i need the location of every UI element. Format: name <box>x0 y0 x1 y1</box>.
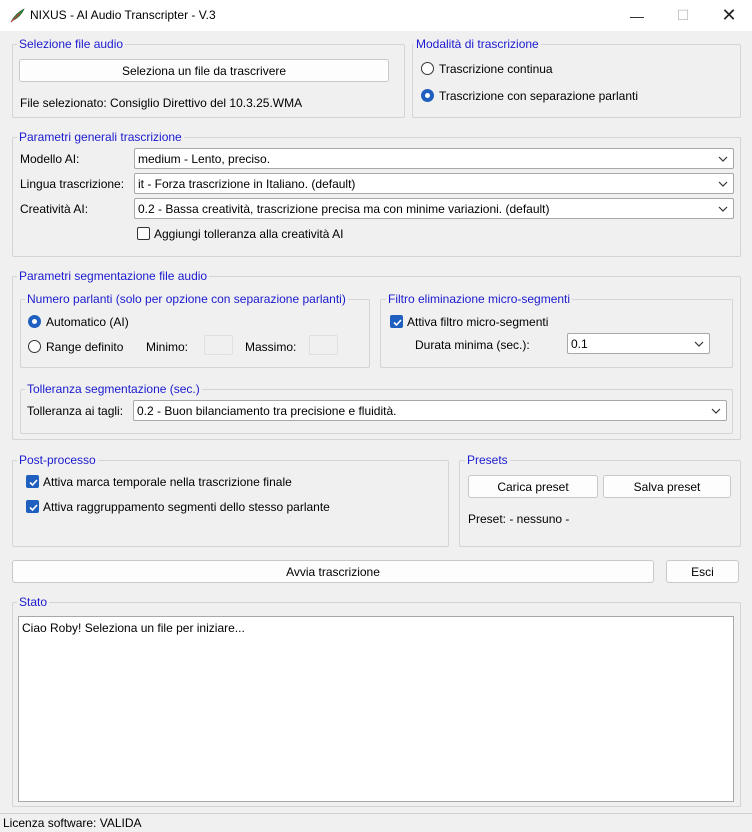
speakers-title: Numero parlanti (solo per opzione con se… <box>25 292 348 306</box>
chevron-down-icon <box>718 156 728 162</box>
creativity-value: 0.2 - Bassa creatività, trascrizione pre… <box>138 201 550 216</box>
mode-speakers-label[interactable]: Trascrizione con separazione parlanti <box>439 89 638 103</box>
creativity-tolerance-label[interactable]: Aggiungi tolleranza alla creatività AI <box>154 227 343 241</box>
chevron-down-icon <box>711 408 721 414</box>
filter-enable-checkbox[interactable] <box>390 315 403 328</box>
mode-group <box>412 44 741 118</box>
speakers-range-radio[interactable] <box>28 340 41 353</box>
general-params-title: Parametri generali trascrizione <box>17 130 184 144</box>
start-transcription-button[interactable]: Avvia trascrizione <box>12 560 654 583</box>
model-label: Modello AI: <box>20 152 80 166</box>
filter-title: Filtro eliminazione micro-segmenti <box>386 292 573 306</box>
speakers-min-input[interactable] <box>204 335 233 355</box>
presets-group <box>459 460 741 547</box>
filter-duration-label: Durata minima (sec.): <box>415 338 530 352</box>
language-value: it - Forza trascrizione in Italiano. (de… <box>138 176 356 191</box>
grouping-label[interactable]: Attiva raggruppamento segmenti dello ste… <box>43 500 330 514</box>
chevron-down-icon <box>694 341 704 347</box>
close-button[interactable]: ✕ <box>706 0 752 31</box>
filter-duration-value: 0.1 <box>571 336 588 351</box>
status-bar: Licenza software: VALIDA <box>0 813 752 832</box>
filter-duration-select[interactable]: 0.1 <box>567 333 710 354</box>
status-log-textarea[interactable]: Ciao Roby! Seleziona un file per iniziar… <box>18 616 734 802</box>
mode-continuous-label[interactable]: Trascrizione continua <box>439 62 553 76</box>
check-icon <box>393 319 402 327</box>
file-selection-title: Selezione file audio <box>17 37 126 51</box>
tolerance-cut-select[interactable]: 0.2 - Buon bilanciamento tra precisione … <box>133 400 727 421</box>
speakers-group <box>20 299 370 368</box>
mode-speakers-radio[interactable] <box>421 89 434 102</box>
tolerance-cut-label: Tolleranza ai tagli: <box>27 404 124 418</box>
save-preset-button[interactable]: Salva preset <box>603 475 731 498</box>
license-status-text: Licenza software: VALIDA <box>3 816 142 830</box>
status-log-text: Ciao Roby! Seleziona un file per iniziar… <box>22 621 245 635</box>
chevron-down-icon <box>718 181 728 187</box>
model-value: medium - Lento, preciso. <box>138 151 271 166</box>
creativity-label: Creatività AI: <box>20 202 89 216</box>
app-feather-icon <box>8 7 26 25</box>
speakers-auto-label[interactable]: Automatico (AI) <box>46 315 129 329</box>
creativity-select[interactable]: 0.2 - Bassa creatività, trascrizione pre… <box>134 198 734 219</box>
speakers-max-label: Massimo: <box>245 340 297 354</box>
exit-button[interactable]: Esci <box>666 560 739 583</box>
speakers-min-label: Minimo: <box>146 340 189 354</box>
timestamp-label[interactable]: Attiva marca temporale nella trascrizion… <box>43 475 292 489</box>
mode-continuous-radio[interactable] <box>421 62 434 75</box>
maximize-button[interactable]: ☐ <box>660 0 706 31</box>
language-select[interactable]: it - Forza trascrizione in Italiano. (de… <box>134 173 734 194</box>
load-preset-button[interactable]: Carica preset <box>468 475 598 498</box>
segmentation-title: Parametri segmentazione file audio <box>17 269 210 283</box>
speakers-range-label[interactable]: Range definito <box>46 340 123 354</box>
select-file-button[interactable]: Seleziona un file da trascrivere <box>19 59 389 82</box>
speakers-max-input[interactable] <box>309 335 338 355</box>
model-select[interactable]: medium - Lento, preciso. <box>134 148 734 169</box>
timestamp-checkbox[interactable] <box>26 475 39 488</box>
selected-file-label: File selezionato: Consiglio Direttivo de… <box>20 96 303 110</box>
postprocess-title: Post-processo <box>17 453 98 467</box>
grouping-checkbox[interactable] <box>26 500 39 513</box>
speakers-auto-radio[interactable] <box>28 315 41 328</box>
current-preset-label: Preset: - nessuno - <box>468 512 570 526</box>
presets-title: Presets <box>465 453 510 467</box>
mode-title: Modalità di trascrizione <box>414 37 541 51</box>
status-title: Stato <box>17 595 50 609</box>
check-icon <box>29 479 38 487</box>
tolerance-title: Tolleranza segmentazione (sec.) <box>25 382 202 396</box>
tolerance-cut-value: 0.2 - Buon bilanciamento tra precisione … <box>137 403 397 418</box>
creativity-tolerance-checkbox[interactable] <box>137 227 150 240</box>
window-title: NIXUS - AI Audio Transcripter - V.3 <box>30 8 216 22</box>
minimize-button[interactable]: — <box>614 0 660 31</box>
chevron-down-icon <box>718 206 728 212</box>
check-icon <box>29 504 38 512</box>
title-bar: NIXUS - AI Audio Transcripter - V.3 — ☐ … <box>0 0 752 31</box>
filter-enable-label[interactable]: Attiva filtro micro-segmenti <box>407 315 548 329</box>
language-label: Lingua trascrizione: <box>20 177 125 191</box>
